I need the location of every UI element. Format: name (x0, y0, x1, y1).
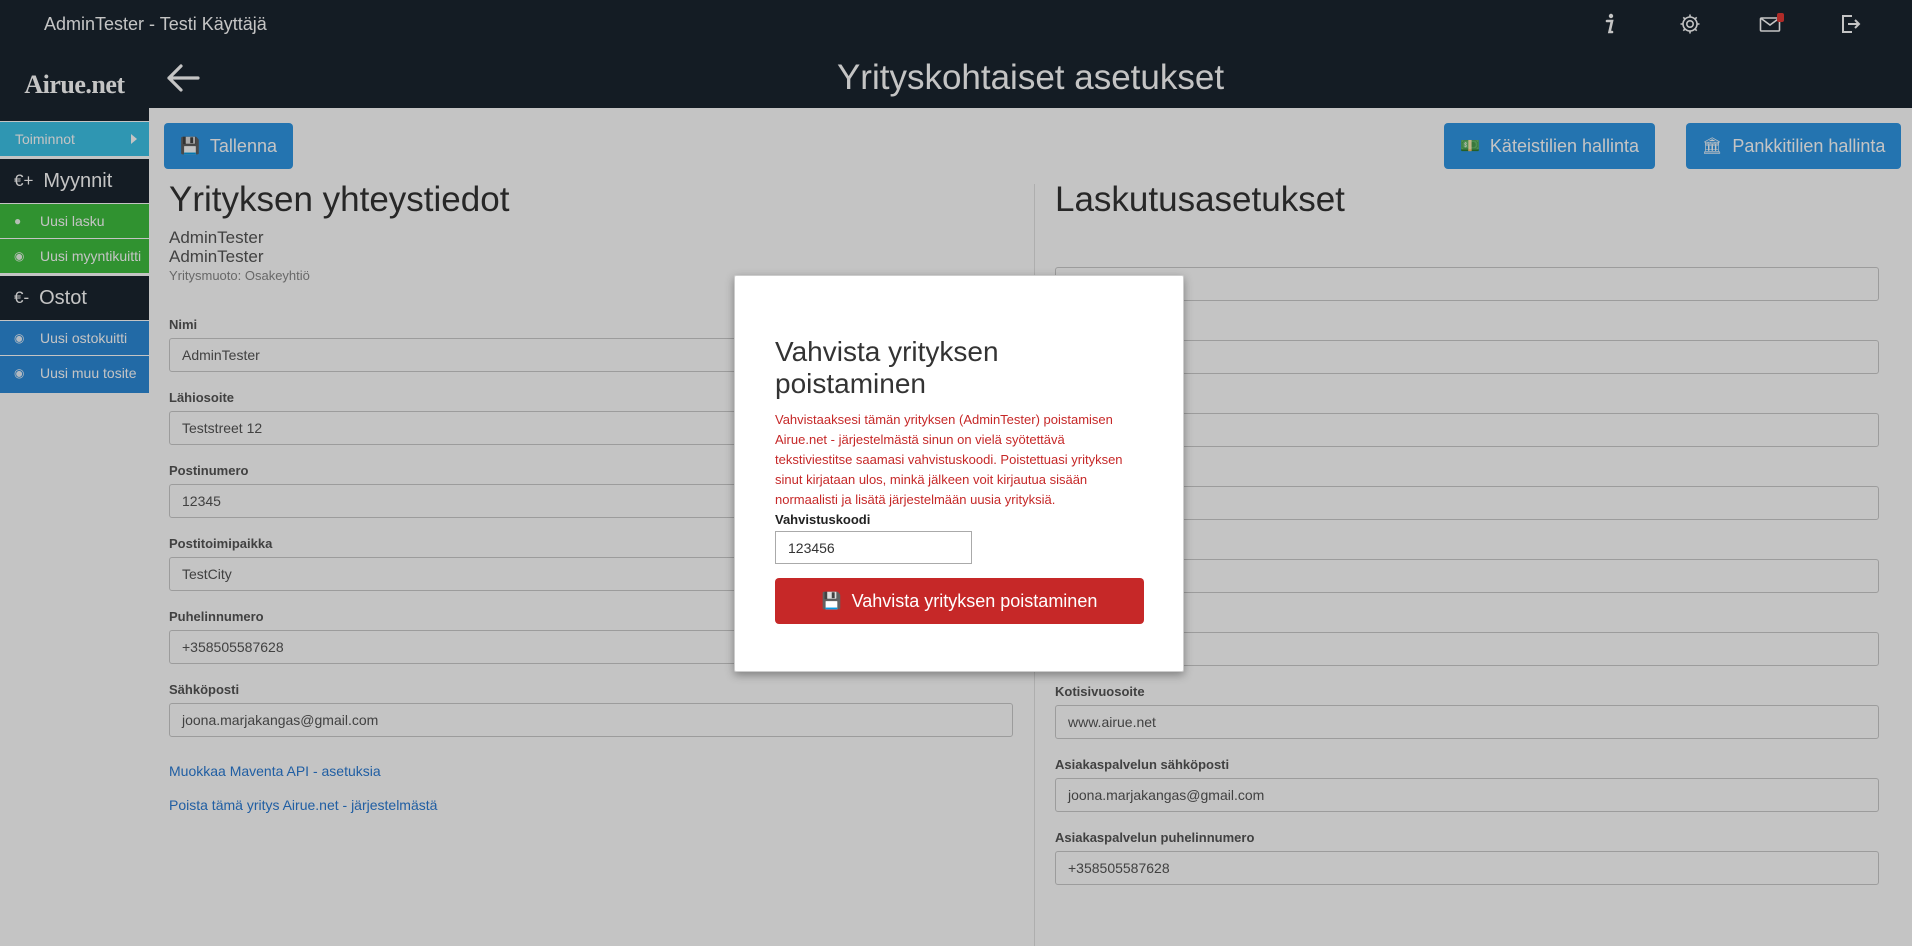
confirm-delete-button[interactable]: 💾 Vahvista yrityksen poistaminen (775, 578, 1144, 624)
confirm-delete-label: Vahvista yrityksen poistaminen (851, 590, 1098, 611)
modal-title: Vahvista yrityksen poistaminen (775, 336, 999, 399)
confirm-delete-modal: Vahvista yrityksen poistaminen Vahvistaa… (734, 275, 1184, 672)
verification-code-input[interactable]: 123456 (775, 531, 972, 564)
verification-code-label: Vahvistuskoodi (775, 512, 871, 527)
floppy-disk-icon: 💾 (821, 593, 842, 610)
modal-message: Vahvistaaksesi tämän yrityksen (AdminTes… (775, 412, 1123, 507)
